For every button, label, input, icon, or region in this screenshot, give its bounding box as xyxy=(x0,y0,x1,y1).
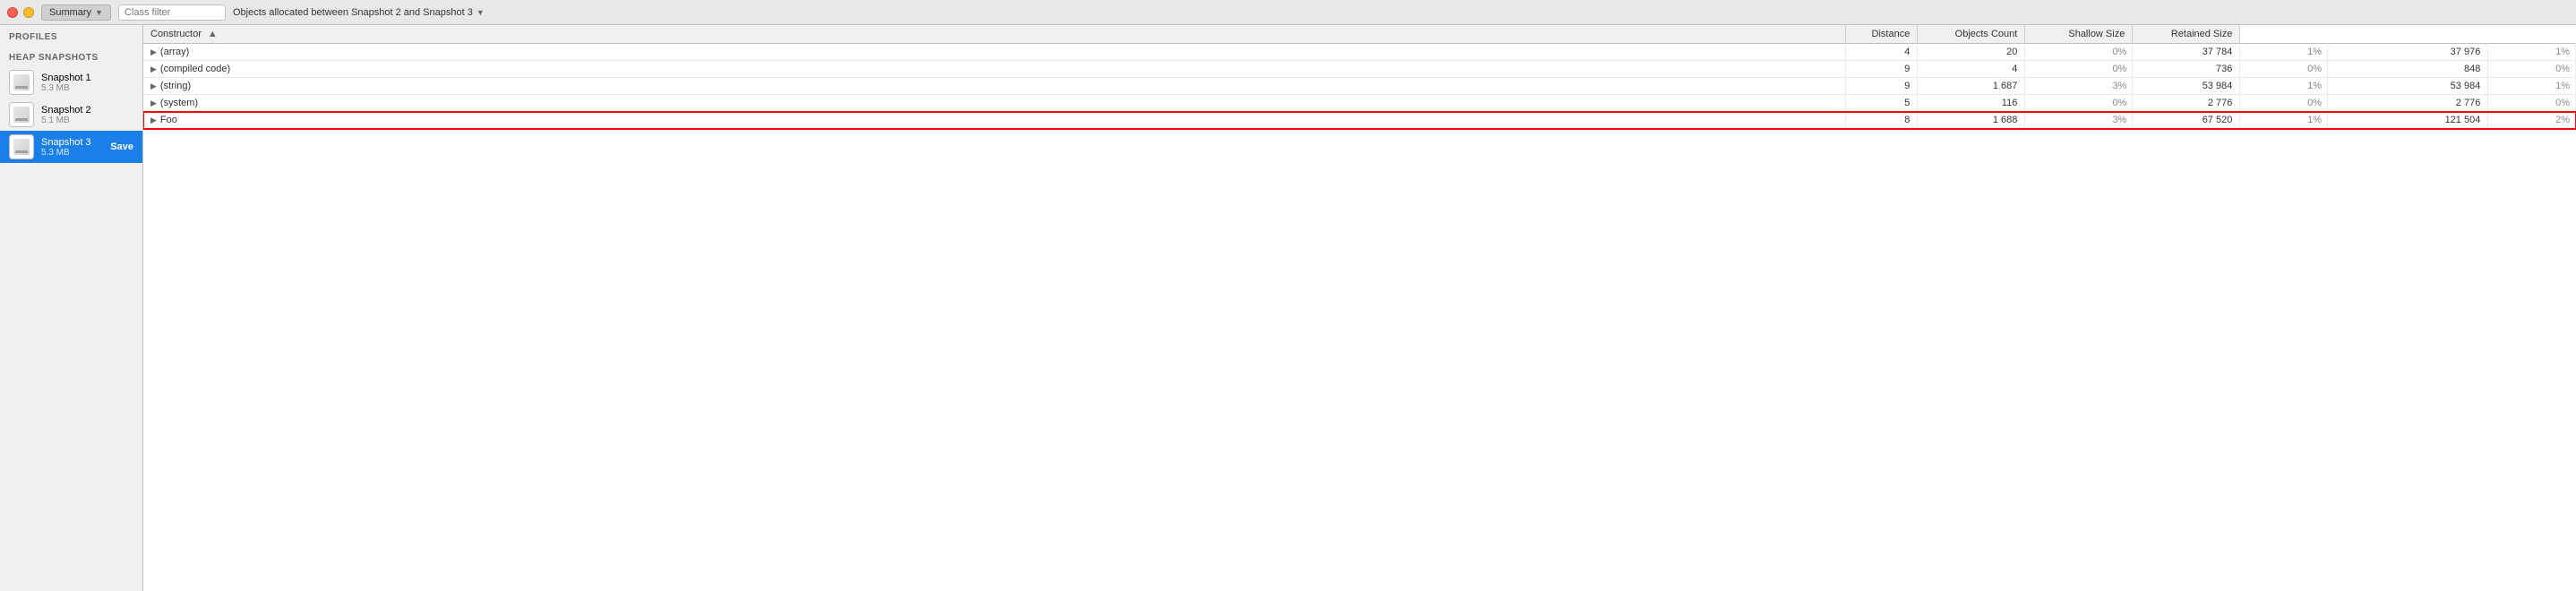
cell-objects-count: 4 xyxy=(1918,61,2025,78)
sidebar-item-snapshot-1[interactable]: Snapshot 1 5.3 MB xyxy=(0,66,142,98)
cell-constructor: ▶(array) xyxy=(143,44,1846,61)
cell-objects-count: 20 xyxy=(1918,44,2025,61)
cell-retained-pct: 2% xyxy=(2488,112,2576,129)
table-row[interactable]: ▶(system) 5 116 0% 2 776 0% 2 776 0% xyxy=(143,95,2576,112)
snapshot-3-size: 5.3 MB xyxy=(41,148,91,158)
col-header-objects[interactable]: Objects Count xyxy=(1918,25,2025,44)
summary-label: Summary xyxy=(49,7,91,18)
table-row[interactable]: ▶(compiled code) 9 4 0% 736 0% 848 0% xyxy=(143,61,2576,78)
snapshot-3-icon xyxy=(9,134,34,159)
snapshot-3-name: Snapshot 3 xyxy=(41,137,91,148)
snapshot-1-name: Snapshot 1 xyxy=(41,73,91,83)
sort-arrow-constructor: ▲ xyxy=(208,29,218,39)
snapshot-2-icon xyxy=(9,102,34,127)
table-row[interactable]: ▶(array) 4 20 0% 37 784 1% 37 976 1% xyxy=(143,44,2576,61)
summary-dropdown-arrow: ▼ xyxy=(95,8,103,17)
expand-arrow[interactable]: ▶ xyxy=(150,116,157,125)
cell-distance: 5 xyxy=(1846,95,1918,112)
cell-objects-pct: 0% xyxy=(2025,61,2133,78)
cell-retained-pct: 0% xyxy=(2488,61,2576,78)
cell-retained-pct: 0% xyxy=(2488,95,2576,112)
snapshot-1-info: Snapshot 1 5.3 MB xyxy=(41,73,91,93)
sidebar-item-snapshot-2[interactable]: Snapshot 2 5.1 MB xyxy=(0,98,142,131)
table-body: ▶(array) 4 20 0% 37 784 1% 37 976 1% ▶(c… xyxy=(143,44,2576,129)
content-area: Constructor ▲ Distance Objects Count Sha… xyxy=(143,25,2576,591)
close-button[interactable] xyxy=(7,7,18,18)
col-header-constructor[interactable]: Constructor ▲ xyxy=(143,25,1846,44)
snapshot-1-size: 5.3 MB xyxy=(41,83,91,93)
snapshot-1-icon xyxy=(9,70,34,95)
cell-shallow-val: 67 520 xyxy=(2133,112,2240,129)
cell-shallow-pct: 0% xyxy=(2240,95,2328,112)
toolbar: Summary ▼ Objects allocated between Snap… xyxy=(0,0,2576,25)
summary-tab[interactable]: Summary ▼ xyxy=(41,4,111,21)
cell-shallow-pct: 1% xyxy=(2240,78,2328,95)
save-link[interactable]: Save xyxy=(110,141,133,152)
cell-objects-pct: 3% xyxy=(2025,78,2133,95)
table-header: Constructor ▲ Distance Objects Count Sha… xyxy=(143,25,2576,44)
expand-arrow[interactable]: ▶ xyxy=(150,64,157,74)
cell-shallow-val: 37 784 xyxy=(2133,44,2240,61)
table-row[interactable]: ▶Foo 8 1 688 3% 67 520 1% 121 504 2% xyxy=(143,112,2576,129)
cell-shallow-val: 736 xyxy=(2133,61,2240,78)
table-row[interactable]: ▶(string) 9 1 687 3% 53 984 1% 53 984 1% xyxy=(143,78,2576,95)
expand-arrow[interactable]: ▶ xyxy=(150,47,157,57)
cell-shallow-pct: 1% xyxy=(2240,44,2328,61)
cell-objects-pct: 0% xyxy=(2025,95,2133,112)
cell-distance: 9 xyxy=(1846,78,1918,95)
profiles-label: Profiles xyxy=(0,25,142,46)
cell-retained-val: 121 504 xyxy=(2327,112,2487,129)
cell-retained-val: 2 776 xyxy=(2327,95,2487,112)
col-header-shallow[interactable]: Shallow Size xyxy=(2025,25,2133,44)
data-table: Constructor ▲ Distance Objects Count Sha… xyxy=(143,25,2576,129)
expand-arrow[interactable]: ▶ xyxy=(150,81,157,91)
cell-objects-pct: 3% xyxy=(2025,112,2133,129)
cell-shallow-val: 53 984 xyxy=(2133,78,2240,95)
minimize-button[interactable] xyxy=(23,7,34,18)
cell-shallow-pct: 1% xyxy=(2240,112,2328,129)
cell-constructor: ▶(compiled code) xyxy=(143,61,1846,78)
cell-objects-pct: 0% xyxy=(2025,44,2133,61)
main-layout: Profiles HEAP SNAPSHOTS Snapshot 1 5.3 M… xyxy=(0,25,2576,591)
allocation-dropdown-arrow: ▼ xyxy=(477,8,485,17)
sidebar-item-snapshot-3[interactable]: Snapshot 3 5.3 MB Save xyxy=(0,131,142,163)
class-filter-input[interactable] xyxy=(118,4,226,21)
snapshot-2-name: Snapshot 2 xyxy=(41,105,91,116)
expand-arrow[interactable]: ▶ xyxy=(150,98,157,108)
cell-retained-val: 53 984 xyxy=(2327,78,2487,95)
cell-shallow-pct: 0% xyxy=(2240,61,2328,78)
heap-snapshots-label: HEAP SNAPSHOTS xyxy=(0,46,142,66)
cell-distance: 9 xyxy=(1846,61,1918,78)
cell-objects-count: 1 687 xyxy=(1918,78,2025,95)
cell-constructor: ▶(system) xyxy=(143,95,1846,112)
allocation-label: Objects allocated between Snapshot 2 and… xyxy=(233,7,485,18)
cell-retained-val: 37 976 xyxy=(2327,44,2487,61)
cell-objects-count: 1 688 xyxy=(1918,112,2025,129)
cell-distance: 4 xyxy=(1846,44,1918,61)
snapshot-2-info: Snapshot 2 5.1 MB xyxy=(41,105,91,125)
cell-objects-count: 116 xyxy=(1918,95,2025,112)
table-scroll[interactable]: Constructor ▲ Distance Objects Count Sha… xyxy=(143,25,2576,591)
cell-constructor: ▶Foo xyxy=(143,112,1846,129)
col-header-distance[interactable]: Distance xyxy=(1846,25,1918,44)
allocation-text: Objects allocated between Snapshot 2 and… xyxy=(233,7,473,18)
cell-retained-pct: 1% xyxy=(2488,44,2576,61)
cell-shallow-val: 2 776 xyxy=(2133,95,2240,112)
col-header-retained[interactable]: Retained Size xyxy=(2133,25,2240,44)
window-controls xyxy=(7,7,34,18)
cell-retained-pct: 1% xyxy=(2488,78,2576,95)
snapshot-3-info: Snapshot 3 5.3 MB xyxy=(41,137,91,158)
cell-distance: 8 xyxy=(1846,112,1918,129)
cell-retained-val: 848 xyxy=(2327,61,2487,78)
cell-constructor: ▶(string) xyxy=(143,78,1846,95)
snapshot-2-size: 5.1 MB xyxy=(41,116,91,125)
sidebar: Profiles HEAP SNAPSHOTS Snapshot 1 5.3 M… xyxy=(0,25,143,591)
